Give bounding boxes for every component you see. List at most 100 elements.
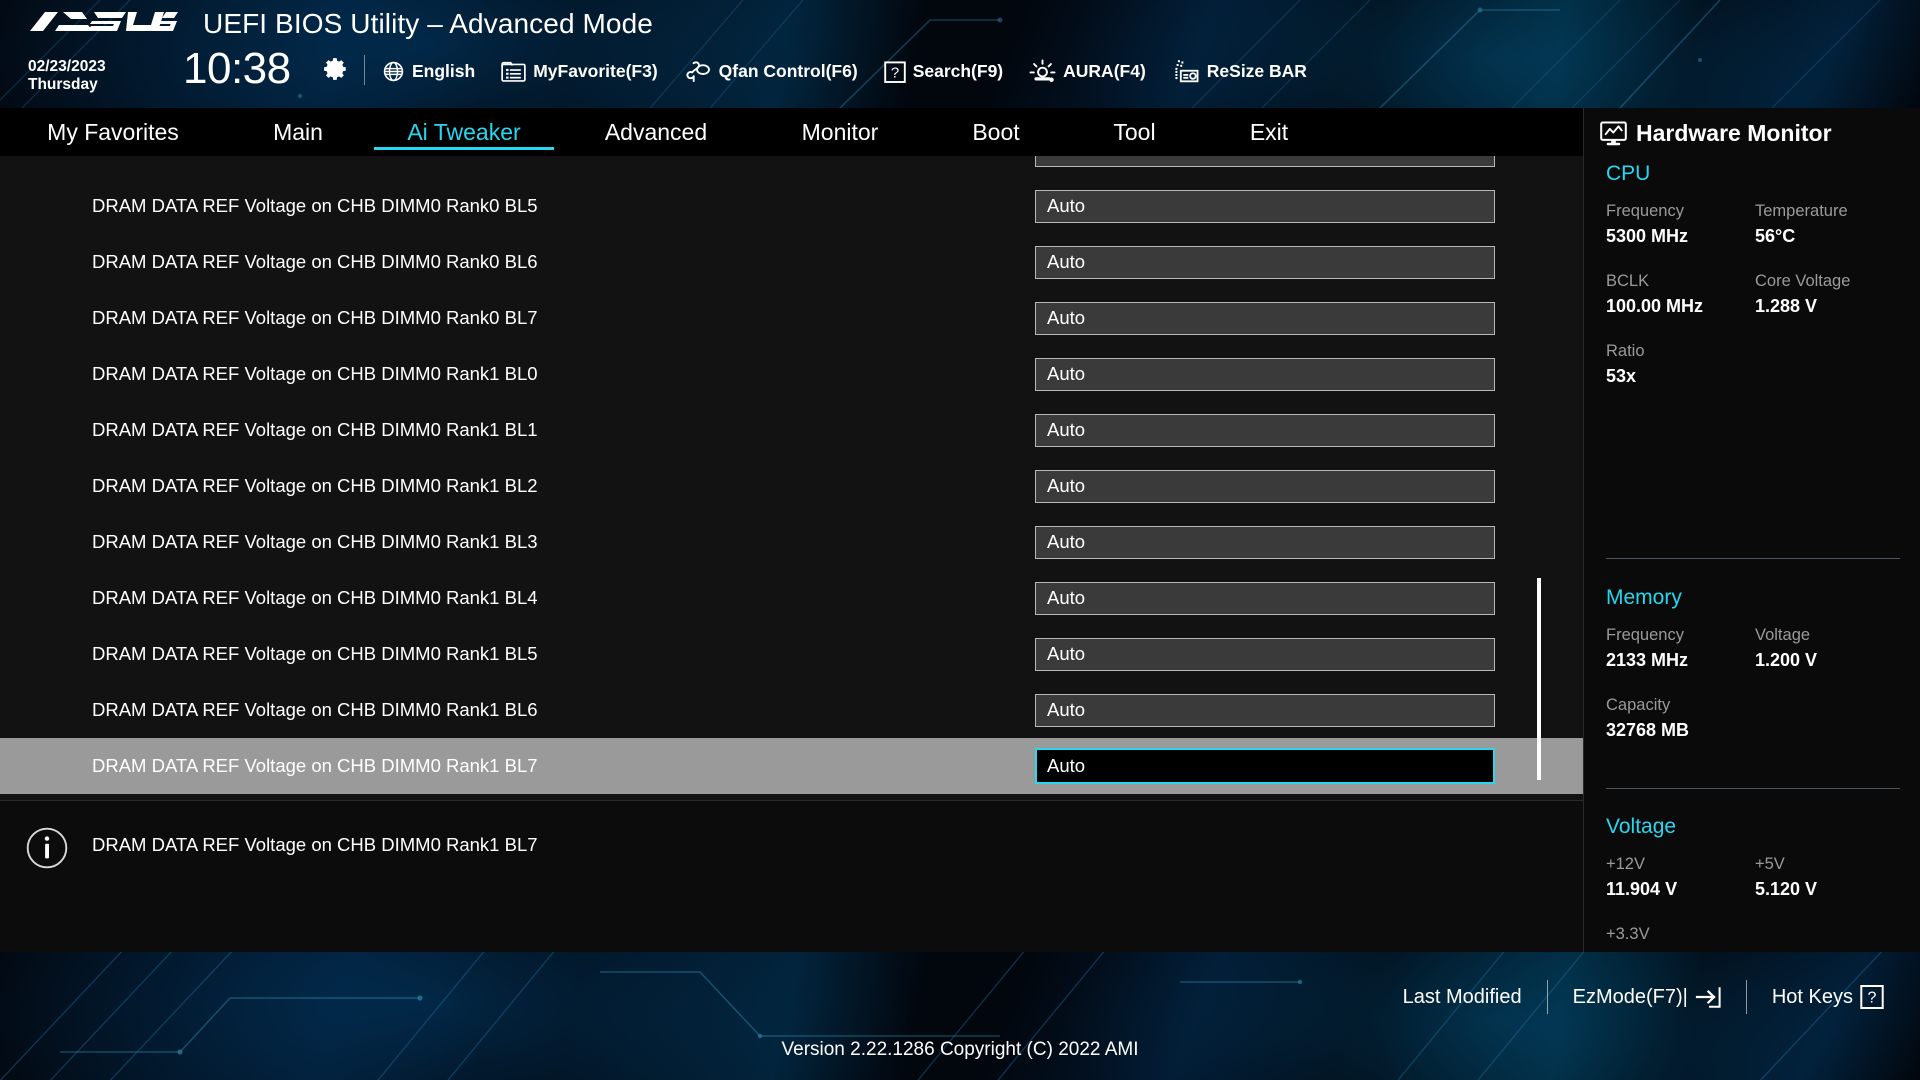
nav-tab-label: Tool [1113, 118, 1156, 145]
nav-tab-advanced[interactable]: Advanced [558, 108, 754, 156]
settings-list: Auto DRAM DATA REF Voltage on CHB DIMM0 … [0, 156, 1583, 800]
table-row[interactable]: DRAM DATA REF Voltage on CHB DIMM0 Rank1… [0, 570, 1583, 626]
hwmon-key: Temperature [1755, 202, 1848, 220]
hot-keys-button[interactable]: Hot Keys ? [1772, 984, 1884, 1010]
table-row-selected[interactable]: DRAM DATA REF Voltage on CHB DIMM0 Rank1… [0, 738, 1583, 794]
hwmon-cell-ratio: Ratio 53x [1606, 342, 1764, 387]
table-row[interactable]: DRAM DATA REF Voltage on CHB DIMM0 Rank1… [0, 626, 1583, 682]
setting-value-box[interactable]: Auto [1035, 189, 1495, 223]
hwmon-value: 5.120 V [1755, 879, 1818, 899]
nav-tab-tool[interactable]: Tool [1066, 108, 1203, 156]
table-row[interactable]: Auto [0, 156, 1583, 178]
setting-value: Auto [1047, 251, 1086, 272]
ezmode-button[interactable]: EzMode(F7)| [1573, 986, 1721, 1009]
nav-tab-main[interactable]: Main [226, 108, 370, 156]
hwmon-row: Frequency 5300 MHz Temperature 56°C [1606, 202, 1904, 247]
qfan-control-button[interactable]: Qfan Control(F6) [684, 60, 858, 83]
hwmon-value: 53x [1606, 366, 1637, 386]
hwmon-cell-cpu-frequency: Frequency 5300 MHz [1606, 202, 1755, 247]
hardware-monitor-panel: Hardware Monitor CPU Frequency 5300 MHz … [1583, 108, 1920, 952]
last-modified-button[interactable]: Last Modified [1403, 986, 1522, 1009]
setting-value-box[interactable]: Auto [1035, 525, 1495, 559]
question-icon: ? [883, 60, 906, 83]
setting-value-box[interactable]: Auto [1035, 245, 1495, 279]
resizebar-icon [1175, 60, 1199, 83]
nav-tab-ai-tweaker[interactable]: Ai Tweaker [370, 108, 558, 156]
system-date: 02/23/2023 Thursday [28, 58, 106, 94]
setting-value: Auto [1047, 156, 1085, 161]
table-row[interactable]: DRAM DATA REF Voltage on CHB DIMM0 Rank1… [0, 346, 1583, 402]
settings-rows: Auto DRAM DATA REF Voltage on CHB DIMM0 … [0, 156, 1583, 794]
table-row[interactable]: DRAM DATA REF Voltage on CHB DIMM0 Rank1… [0, 402, 1583, 458]
nav-tab-label: Monitor [801, 118, 879, 145]
setting-value-box[interactable]: Auto [1035, 301, 1495, 335]
table-row[interactable]: DRAM DATA REF Voltage on CHB DIMM0 Rank0… [0, 290, 1583, 346]
ezmode-label: EzMode(F7)| [1572, 985, 1688, 1008]
table-row[interactable]: DRAM DATA REF Voltage on CHB DIMM0 Rank1… [0, 682, 1583, 738]
hwmon-key: Core Voltage [1755, 272, 1851, 290]
nav-tab-label: Ai Tweaker [407, 118, 521, 145]
setting-value: Auto [1047, 363, 1086, 384]
hwmon-section-memory: Memory Frequency 2133 MHz Voltage 1.200 … [1606, 586, 1904, 741]
hwmon-row: Frequency 2133 MHz Voltage 1.200 V [1606, 626, 1904, 671]
myfavorite-button[interactable]: MyFavorite(F3) [501, 61, 658, 82]
hwmon-value: 11.904 V [1606, 879, 1678, 899]
monitor-icon [1600, 121, 1627, 146]
hardware-monitor-title: Hardware Monitor [1600, 120, 1832, 147]
hwmon-cell-5v: +5V 5.120 V [1755, 855, 1904, 900]
nav-tab-label: Exit [1249, 118, 1289, 145]
hwmon-cell-memory-frequency: Frequency 2133 MHz [1606, 626, 1755, 671]
setting-value: Auto [1047, 755, 1086, 776]
info-text: DRAM DATA REF Voltage on CHB DIMM0 Rank1… [92, 834, 538, 855]
setting-label: DRAM DATA REF Voltage on CHB DIMM0 Rank1… [92, 587, 538, 608]
setting-value-box[interactable]: Auto [1035, 693, 1495, 727]
scrollbar-thumb[interactable] [1537, 578, 1541, 780]
table-row[interactable]: DRAM DATA REF Voltage on CHB DIMM0 Rank1… [0, 458, 1583, 514]
setting-value-box[interactable]: Auto [1035, 637, 1495, 671]
hwmon-cell-3v3: +3.3V 3.344 V [1606, 925, 1764, 952]
table-row[interactable]: DRAM DATA REF Voltage on CHB DIMM0 Rank0… [0, 234, 1583, 290]
hwmon-divider [1606, 558, 1900, 559]
table-row[interactable]: DRAM DATA REF Voltage on CHB DIMM0 Rank1… [0, 514, 1583, 570]
setting-value-box[interactable]: Auto [1035, 413, 1495, 447]
hwmon-key: +5V [1755, 855, 1785, 873]
qfan-icon [686, 61, 710, 82]
hwmon-cell-memory-voltage: Voltage 1.200 V [1755, 626, 1904, 671]
hwmon-row: Capacity 32768 MB [1606, 696, 1904, 741]
aura-icon [1029, 59, 1056, 82]
hwmon-key: Frequency [1606, 626, 1684, 644]
page-title: UEFI BIOS Utility – Advanced Mode [203, 8, 653, 39]
hwmon-key: Frequency [1606, 202, 1684, 220]
info-icon [26, 827, 68, 869]
info-bar: DRAM DATA REF Voltage on CHB DIMM0 Rank1… [0, 800, 1583, 952]
setting-label: DRAM DATA REF Voltage on CHB DIMM0 Rank1… [92, 755, 538, 776]
language-button[interactable]: English [382, 60, 475, 83]
nav-tab-label: My Favorites [47, 118, 179, 145]
setting-value-box[interactable]: Auto [1035, 156, 1495, 167]
setting-label: DRAM DATA REF Voltage on CHB DIMM0 Rank1… [92, 643, 538, 664]
nav-tab-boot[interactable]: Boot [926, 108, 1066, 156]
hwmon-cell-cpu-temperature: Temperature 56°C [1755, 202, 1904, 247]
bios-version: Version 2.22.1286 Copyright (C) 2022 AMI [781, 1039, 1139, 1060]
setting-label: DRAM DATA REF Voltage on CHB DIMM0 Rank1… [92, 419, 538, 440]
table-row[interactable]: DRAM DATA REF Voltage on CHB DIMM0 Rank0… [0, 178, 1583, 234]
hwmon-section-voltage: Voltage +12V 11.904 V +5V 5.120 V +3.3V … [1606, 815, 1904, 952]
content-scrollbar[interactable] [1536, 156, 1542, 800]
hwmon-cell-12v: +12V 11.904 V [1606, 855, 1755, 900]
aura-button[interactable]: AURA(F4) [1029, 59, 1146, 84]
setting-value-box[interactable]: Auto [1035, 357, 1495, 391]
setting-value-box[interactable]: Auto [1035, 469, 1495, 503]
hwmon-section-title: CPU [1606, 162, 1651, 185]
setting-value-box[interactable]: Auto [1035, 581, 1495, 615]
search-button[interactable]: ? Search(F9) [883, 60, 1003, 84]
hwmon-row: BCLK 100.00 MHz Core Voltage 1.288 V [1606, 272, 1904, 317]
resize-bar-button[interactable]: ReSize BAR [1172, 59, 1307, 84]
setting-value-box-focused[interactable]: Auto [1035, 748, 1495, 784]
footer-divider [1745, 980, 1747, 1014]
setting-value: Auto [1047, 699, 1086, 720]
nav-tab-exit[interactable]: Exit [1203, 108, 1335, 156]
nav-tab-monitor[interactable]: Monitor [754, 108, 926, 156]
gear-icon[interactable] [323, 56, 349, 82]
nav-tab-my-favorites[interactable]: My Favorites [0, 108, 226, 156]
exit-arrow-icon [1695, 987, 1721, 1008]
